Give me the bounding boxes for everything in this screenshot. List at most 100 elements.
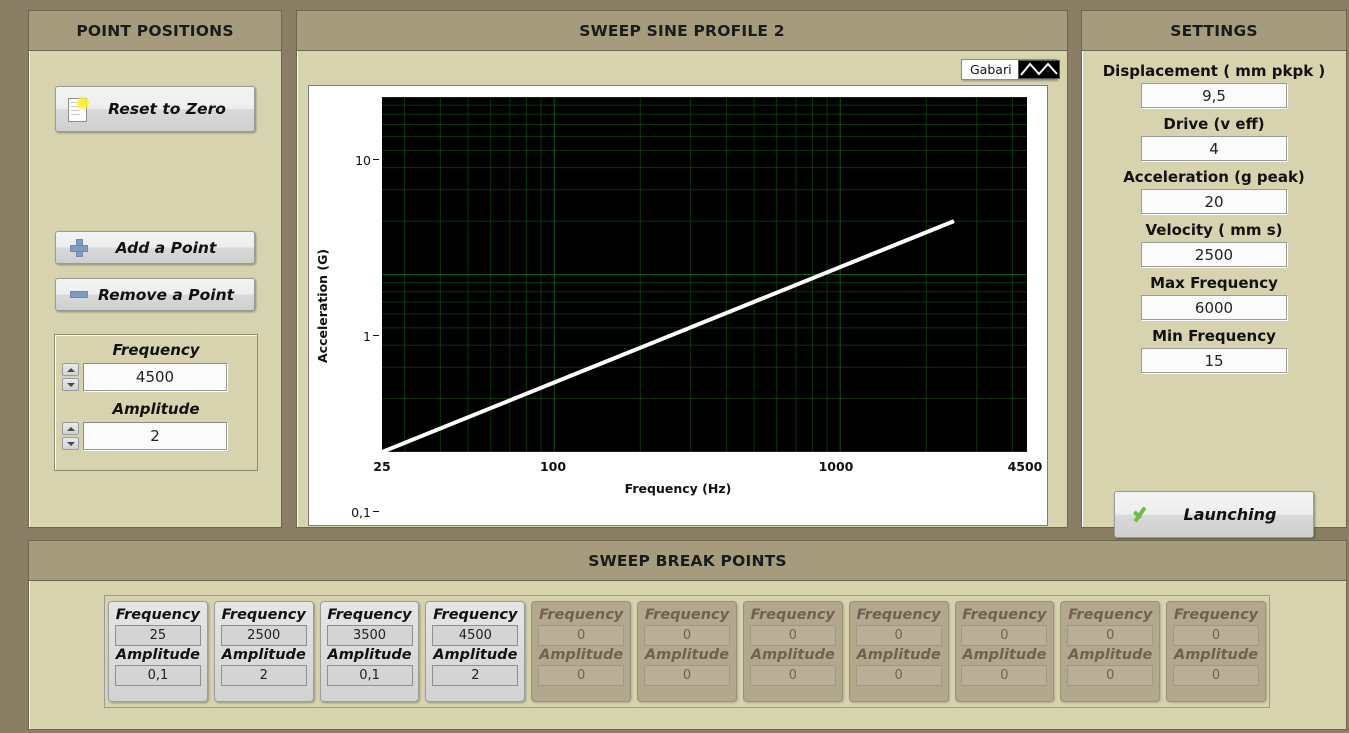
- break-point-frequency-input[interactable]: 0: [1067, 625, 1154, 646]
- break-point-frequency-label: Frequency: [433, 607, 518, 623]
- sweep-sine-profile-body: Gabari Acceleration (G) 10 1 0,1 25 100 …: [297, 51, 1067, 527]
- break-point-frequency-input[interactable]: 0: [643, 625, 730, 646]
- break-point-frequency-input[interactable]: 4500: [432, 625, 519, 646]
- chart-x-tick: 1000: [818, 459, 854, 474]
- break-point-card[interactable]: Frequency 0 Amplitude 0: [1060, 601, 1161, 702]
- drive-label: Drive (v eff): [1163, 115, 1265, 133]
- reset-to-zero-button[interactable]: Reset to Zero: [55, 86, 255, 132]
- break-point-amplitude-input[interactable]: 0,1: [326, 665, 413, 686]
- break-point-frequency-input[interactable]: 25: [114, 625, 201, 646]
- break-point-card[interactable]: Frequency 0 Amplitude 0: [531, 601, 632, 702]
- chart-plot[interactable]: [382, 97, 1027, 452]
- break-point-card[interactable]: Frequency 25 Amplitude 0,1: [108, 601, 208, 702]
- break-point-amplitude-input[interactable]: 0: [538, 665, 625, 686]
- break-point-frequency-label: Frequency: [1068, 607, 1153, 623]
- break-point-amplitude-input[interactable]: 0: [749, 665, 836, 686]
- min-frequency-label: Min Frequency: [1152, 327, 1276, 345]
- break-point-card[interactable]: Frequency 4500 Amplitude 2: [425, 601, 526, 702]
- break-points-strip: Frequency 25 Amplitude 0,1 Frequency 2500 Ampl…: [104, 595, 1270, 708]
- break-point-amplitude-label: Amplitude: [856, 647, 941, 663]
- break-point-amplitude-input[interactable]: 0,1: [114, 665, 201, 686]
- break-point-amplitude-label: Amplitude: [221, 647, 306, 663]
- chart-x-tick: 4500: [1007, 459, 1043, 474]
- add-a-point-button[interactable]: Add a Point: [55, 231, 255, 264]
- break-point-frequency-label: Frequency: [115, 607, 201, 623]
- break-point-amplitude-label: Amplitude: [962, 647, 1047, 663]
- sweep-sine-profile-panel: SWEEP SINE PROFILE 2 Gabari Acceleration…: [296, 10, 1068, 528]
- chart-x-tick: 25: [373, 459, 391, 474]
- amplitude-spinner[interactable]: [62, 422, 79, 450]
- break-point-amplitude-label: Amplitude: [539, 647, 624, 663]
- point-positions-body: Reset to Zero Add a Point Remove a Point…: [29, 51, 281, 527]
- break-point-card[interactable]: Frequency 2500 Amplitude 2: [213, 601, 314, 702]
- amplitude-spinner-down[interactable]: [62, 437, 79, 450]
- point-positions-title: POINT POSITIONS: [29, 11, 281, 51]
- break-point-frequency-input[interactable]: 3500: [326, 625, 413, 646]
- break-point-frequency-input[interactable]: 0: [1173, 625, 1260, 646]
- break-point-frequency-input[interactable]: 0: [749, 625, 836, 646]
- drive-input[interactable]: 4: [1141, 136, 1287, 161]
- launching-label: Launching: [1183, 505, 1277, 524]
- reset-to-zero-label: Reset to Zero: [108, 100, 226, 118]
- remove-a-point-button[interactable]: Remove a Point: [55, 278, 255, 311]
- break-point-card[interactable]: Frequency 0 Amplitude 0: [848, 601, 949, 702]
- break-point-amplitude-label: Amplitude: [1173, 647, 1259, 663]
- amplitude-spinner-up[interactable]: [62, 422, 79, 435]
- break-point-frequency-input[interactable]: 0: [961, 625, 1048, 646]
- legend-series-name: Gabari: [970, 62, 1012, 77]
- break-point-frequency-label: Frequency: [539, 607, 624, 623]
- displacement-label: Displacement ( mm pkpk ): [1102, 62, 1326, 80]
- chart-y-tick: 0,1: [351, 505, 371, 520]
- min-frequency-input[interactable]: 15: [1141, 348, 1287, 373]
- settings-title: SETTINGS: [1082, 11, 1346, 51]
- velocity-label: Velocity ( mm s): [1145, 221, 1283, 239]
- break-point-amplitude-label: Amplitude: [644, 647, 730, 663]
- launching-button[interactable]: Launching: [1114, 491, 1314, 538]
- break-point-frequency-input[interactable]: 2500: [220, 625, 307, 646]
- break-point-card[interactable]: Frequency 0 Amplitude 0: [1166, 601, 1266, 702]
- minus-icon: [70, 291, 88, 298]
- break-point-card[interactable]: Frequency 3500 Amplitude 0,1: [319, 601, 420, 702]
- frequency-input[interactable]: 4500: [83, 363, 227, 391]
- max-frequency-input[interactable]: 6000: [1141, 295, 1287, 320]
- break-point-card[interactable]: Frequency 0 Amplitude 0: [954, 601, 1055, 702]
- chart-y-tick: 10: [355, 153, 371, 168]
- frequency-spinner-down[interactable]: [62, 378, 79, 391]
- remove-a-point-label: Remove a Point: [97, 285, 235, 304]
- plus-icon: [70, 238, 88, 257]
- sweep-break-points-title: SWEEP BREAK POINTS: [29, 541, 1346, 581]
- frequency-spinner[interactable]: [62, 363, 79, 391]
- settings-panel: SETTINGS Displacement ( mm pkpk ) 9,5 Dr…: [1081, 10, 1347, 538]
- break-point-amplitude-input[interactable]: 2: [220, 665, 307, 686]
- acceleration-input[interactable]: 20: [1141, 189, 1287, 214]
- break-point-amplitude-label: Amplitude: [327, 647, 412, 663]
- selected-point-group: Frequency 4500 Amplitude 2: [54, 334, 258, 471]
- break-point-frequency-input[interactable]: 0: [538, 625, 625, 646]
- break-point-amplitude-label: Amplitude: [750, 647, 835, 663]
- displacement-input[interactable]: 9,5: [1141, 83, 1287, 108]
- break-point-frequency-input[interactable]: 0: [855, 625, 942, 646]
- break-point-amplitude-input[interactable]: 0: [855, 665, 942, 686]
- velocity-input[interactable]: 2500: [1141, 242, 1287, 267]
- amplitude-input[interactable]: 2: [83, 422, 227, 450]
- break-point-amplitude-input[interactable]: 0: [1173, 665, 1260, 686]
- check-icon: [1131, 504, 1157, 526]
- break-point-amplitude-input[interactable]: 0: [1067, 665, 1154, 686]
- sweep-sine-profile-title: SWEEP SINE PROFILE 2: [297, 11, 1067, 51]
- frequency-label: Frequency: [112, 341, 200, 359]
- acceleration-label: Acceleration (g peak): [1123, 168, 1305, 186]
- max-frequency-label: Max Frequency: [1150, 274, 1278, 292]
- break-point-card[interactable]: Frequency 0 Amplitude 0: [637, 601, 737, 702]
- chart-x-axis-label: Frequency (Hz): [624, 481, 732, 496]
- chart-legend[interactable]: Gabari: [961, 59, 1060, 80]
- frequency-spinner-up[interactable]: [62, 363, 79, 376]
- break-point-frequency-label: Frequency: [644, 607, 730, 623]
- page-icon: [68, 96, 90, 122]
- break-point-card[interactable]: Frequency 0 Amplitude 0: [742, 601, 843, 702]
- break-point-amplitude-input[interactable]: 2: [432, 665, 519, 686]
- break-point-frequency-label: Frequency: [327, 607, 412, 623]
- break-point-amplitude-input[interactable]: 0: [643, 665, 730, 686]
- break-point-amplitude-input[interactable]: 0: [961, 665, 1048, 686]
- plot-line-icon[interactable]: [1017, 60, 1060, 79]
- break-point-frequency-label: Frequency: [221, 607, 306, 623]
